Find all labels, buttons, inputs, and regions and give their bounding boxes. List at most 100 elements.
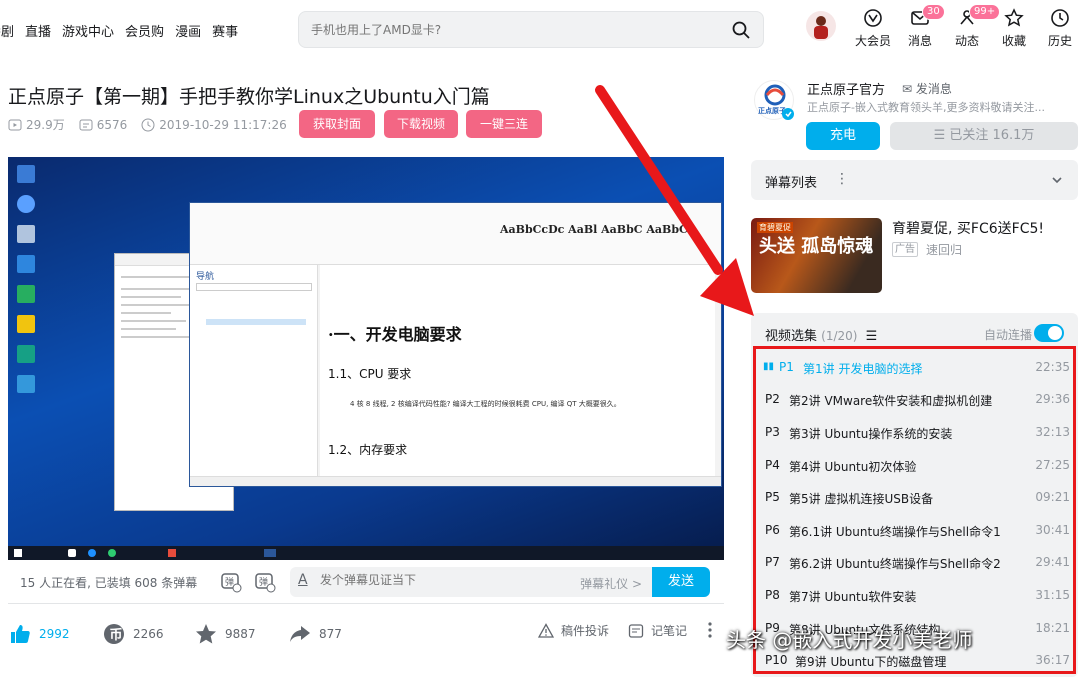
- ad-title[interactable]: 育碧夏促, 买FC6送FC5!: [892, 218, 1044, 238]
- share-button[interactable]: 877: [288, 622, 342, 646]
- word-nav-pane: 导航: [190, 265, 318, 478]
- header-favorites[interactable]: 收藏: [994, 8, 1034, 49]
- chevron-down-icon[interactable]: [1050, 172, 1064, 191]
- control-panel-icon: [17, 255, 35, 273]
- danmaku-etiquette-link[interactable]: 弹幕礼仪 >: [580, 575, 642, 592]
- video-actions: 2992 币 2266 9887 877 稿件投诉 记笔记: [8, 618, 724, 648]
- danmaku-count: 6576: [96, 117, 128, 132]
- header-dynamic-label: 动态: [954, 34, 979, 48]
- desktop-icons: [12, 163, 40, 395]
- clock-icon: [1051, 9, 1069, 27]
- send-message-link[interactable]: ✉ 发消息: [902, 80, 952, 97]
- more-icon[interactable]: ⋮: [835, 171, 849, 187]
- mail-icon: ✉: [902, 82, 916, 96]
- notes-label: 记笔记: [651, 624, 688, 638]
- nav-item-anime[interactable]: 番剧: [0, 21, 14, 40]
- report-button[interactable]: 稿件投诉: [538, 622, 609, 639]
- menu-icon: ☰: [933, 128, 950, 143]
- nav-item-esports[interactable]: 赛事: [212, 21, 238, 40]
- publish-date: 2019-10-29 11:17:26: [159, 117, 287, 132]
- send-danmaku-button[interactable]: 发送: [652, 567, 710, 597]
- word-ribbon: AaBbCcDc AaBl AaBbC AaBbC: [190, 203, 721, 265]
- favorite-button[interactable]: 9887: [194, 622, 256, 646]
- network-icon: [17, 195, 35, 213]
- get-cover-button[interactable]: 获取封面: [299, 110, 375, 138]
- word-window: AaBbCcDc AaBl AaBbC AaBbC 导航 ·一、开发电脑要求 1…: [189, 202, 722, 487]
- user-avatar[interactable]: [806, 11, 836, 41]
- list-icon[interactable]: ☰: [866, 329, 878, 344]
- search-icon[interactable]: [731, 20, 751, 40]
- report-label: 稿件投诉: [561, 624, 610, 638]
- coin-button[interactable]: 币 2266: [102, 622, 164, 646]
- share-count: 877: [319, 627, 342, 641]
- danmaku-input-box: A 弹幕礼仪 > 发送: [290, 567, 710, 597]
- autoplay-toggle[interactable]: [1034, 324, 1064, 342]
- danmaku-count-icon: [79, 119, 93, 130]
- coin-icon: 币: [104, 624, 124, 644]
- nav-item-mall[interactable]: 会员购: [125, 21, 164, 40]
- video-meta: 29.9万 6576 2019-10-29 11:17:26: [8, 116, 287, 133]
- svg-text:弹: 弹: [225, 576, 234, 588]
- video-title: 正点原子【第一期】手把手教你学Linux之Ubuntu入门篇: [8, 86, 490, 108]
- header-history-label: 历史: [1047, 34, 1072, 48]
- coin-count: 2266: [133, 627, 164, 641]
- header-messages[interactable]: 30 消息: [900, 4, 945, 49]
- danmaku-input[interactable]: [320, 573, 560, 587]
- svg-text:弹: 弹: [259, 576, 268, 588]
- danmaku-stat: 6576: [79, 116, 128, 133]
- notes-button[interactable]: 记笔记: [628, 622, 687, 639]
- search-box: [298, 11, 764, 48]
- header-vip[interactable]: 大会员: [853, 8, 893, 49]
- triple-action-button[interactable]: 一键三连: [466, 110, 542, 138]
- danmaku-settings-icon[interactable]: 弹: [254, 571, 276, 597]
- search-input[interactable]: [311, 20, 711, 40]
- warning-icon: [538, 622, 554, 638]
- font-style-icon[interactable]: A: [298, 572, 308, 588]
- top-nav: 番剧 直播 游戏中心 会员购 漫画 赛事: [0, 21, 238, 40]
- nav-item-live[interactable]: 直播: [25, 21, 51, 40]
- clock-icon: [141, 118, 155, 131]
- video-player[interactable]: AaBbCcDc AaBl AaBbC AaBbC 导航 ·一、开发电脑要求 1…: [8, 157, 724, 560]
- uploader-logo-text: 正点原子: [758, 106, 786, 115]
- charge-button[interactable]: 充电: [806, 122, 880, 150]
- message-badge: 30: [922, 4, 945, 20]
- views-count: 29.9万: [26, 118, 65, 132]
- ad-image[interactable]: 育碧夏促 头送 孤岛惊魂: [751, 218, 882, 293]
- nav-item-game-center[interactable]: 游戏中心: [62, 21, 114, 40]
- uploader-avatar[interactable]: 正点原子: [754, 80, 794, 120]
- recycle-bin-icon: [17, 225, 35, 243]
- word-document: ·一、开发电脑要求 1.1、CPU 要求 4 核 8 线程, 2 核编译代码性能…: [320, 265, 715, 478]
- notes-icon: [628, 623, 644, 638]
- uploader-description: 正点原子-嵌入式教育领头羊,更多资料敬请关注...: [807, 101, 1045, 114]
- like-button[interactable]: 2992: [8, 622, 70, 646]
- favorite-count: 9887: [225, 627, 256, 641]
- followed-label: 已关注 16.1万: [949, 128, 1035, 143]
- views-stat: 29.9万: [8, 116, 65, 133]
- danmaku-list-header[interactable]: 弹幕列表 ⋮: [751, 160, 1078, 200]
- header-history[interactable]: 历史: [1040, 8, 1080, 49]
- thumb-up-icon: [11, 625, 30, 643]
- nav-item-manga[interactable]: 漫画: [175, 21, 201, 40]
- header-dynamic[interactable]: 99+ 动态: [947, 4, 1001, 49]
- more-options-icon[interactable]: [708, 622, 712, 638]
- header-messages-label: 消息: [907, 34, 932, 48]
- header-favorites-label: 收藏: [1001, 34, 1026, 48]
- ad-subtitle: 速回归: [926, 243, 963, 257]
- uploader-name[interactable]: 正点原子官方: [807, 79, 885, 98]
- download-video-button[interactable]: 下载视频: [384, 110, 458, 138]
- send-message-label: 发消息: [915, 82, 952, 96]
- ad-image-text: 头送 孤岛惊魂: [759, 236, 874, 257]
- like-count: 2992: [39, 627, 70, 641]
- doc-paragraph: 4 核 8 线程, 2 核编译代码性能? 编译大工程的时候很耗费 CPU, 编译…: [350, 400, 621, 408]
- top-header: 番剧 直播 游戏中心 会员购 漫画 赛事 大会员 30 消息 99+ 动态 收藏…: [0, 0, 1080, 60]
- windows-taskbar: [8, 546, 724, 560]
- followed-button[interactable]: ☰ 已关注 16.1万: [890, 122, 1078, 150]
- keil-icon: [17, 345, 35, 363]
- danmaku-toggle-icon[interactable]: 弹: [220, 571, 242, 597]
- danmaku-list-title: 弹幕列表: [765, 176, 818, 191]
- episode-panel-header: 视频选集 (1/20) ☰: [765, 325, 877, 344]
- star-icon: [196, 624, 216, 644]
- episode-count: (1/20): [821, 329, 858, 343]
- camtasia-icon: [17, 285, 35, 303]
- share-icon: [290, 626, 310, 642]
